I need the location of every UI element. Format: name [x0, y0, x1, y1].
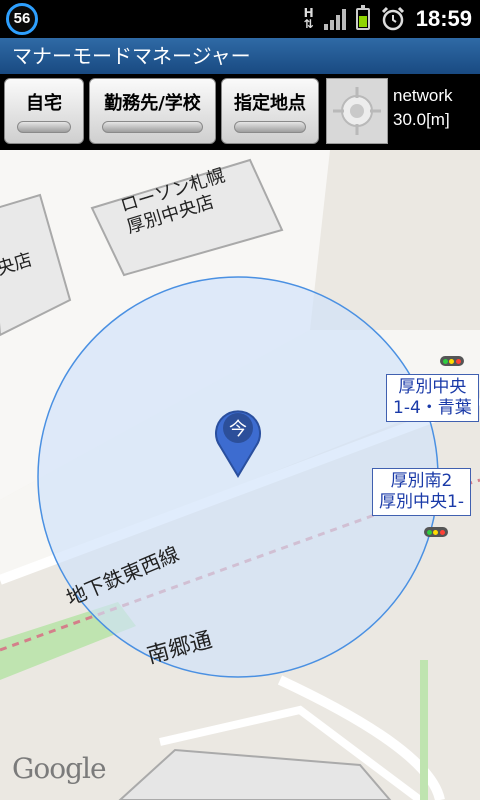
current-location-marker-label: 今 — [229, 419, 247, 440]
google-attribution-logo: Google — [12, 752, 107, 785]
status-bar: 56 H ⇅ 18:59 — [0, 0, 480, 38]
place-status-indicator — [234, 121, 306, 133]
location-provider-info: network 30.0[m] — [393, 84, 453, 132]
alarm-clock-icon — [381, 6, 404, 31]
traffic-light-icon — [424, 527, 448, 537]
hspa-icon: H ⇅ — [303, 6, 314, 31]
mode-toolbar: 自宅 勤務先/学校 指定地点 network 30.0[m] — [0, 74, 480, 150]
work-status-indicator — [102, 121, 203, 133]
crosshair-location-icon — [333, 87, 381, 135]
traffic-light-icon — [440, 356, 464, 366]
app-title-bar: マナーモードマネージャー — [0, 38, 480, 74]
home-button-label: 自宅 — [26, 93, 62, 114]
home-status-indicator — [17, 121, 71, 133]
home-button[interactable]: 自宅 — [4, 78, 84, 144]
specified-place-button[interactable]: 指定地点 — [221, 78, 319, 144]
notification-count-badge: 56 — [6, 3, 38, 35]
location-provider: network — [393, 86, 453, 105]
work-school-button-label: 勤務先/学校 — [104, 93, 201, 114]
bus-stop-label-1: 厚別中央 1-4・青葉 — [386, 374, 479, 422]
battery-icon — [355, 5, 370, 30]
bus-stop-label-2: 厚別南2 厚別中央1- — [372, 468, 471, 516]
work-school-button[interactable]: 勤務先/学校 — [89, 78, 216, 144]
map-view[interactable]: ローソン札幌 厚別中央店 央店 厚別中央 1-4・青葉 厚別南2 厚別中央1- 地下鉄… — [0, 150, 480, 800]
status-icons: H ⇅ 18:59 — [304, 0, 472, 38]
location-accuracy: 30.0[m] — [393, 110, 450, 129]
specified-place-button-label: 指定地点 — [234, 93, 306, 114]
clock-time: 18:59 — [415, 6, 472, 31]
app-title: マナーモードマネージャー — [12, 44, 251, 68]
locate-button[interactable] — [326, 78, 388, 144]
current-location-pin-icon[interactable]: 今 — [212, 404, 264, 478]
signal-strength-icon — [323, 8, 346, 30]
